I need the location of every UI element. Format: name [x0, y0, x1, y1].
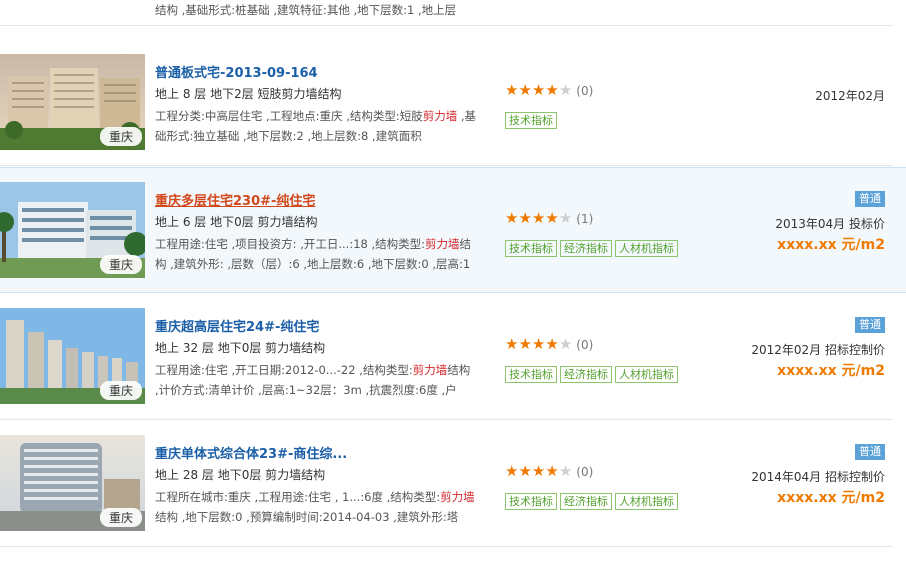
star-icon: ★ [531, 335, 546, 353]
project-thumbnail[interactable]: 重庆 [0, 54, 145, 150]
highlight-term: 剪力墙 [412, 363, 448, 377]
tag-labor-material-index[interactable]: 人材机指标 [615, 366, 678, 383]
tag-economic-index[interactable]: 经济指标 [560, 240, 612, 257]
tag-tech-index[interactable]: 技术指标 [505, 366, 557, 383]
project-price: xxxx.xx 元/m2 [777, 237, 885, 253]
project-price: xxxx.xx 元/m2 [777, 490, 885, 506]
index-tags: 技术指标 经济指标 人材机指标 [505, 237, 681, 257]
star-icon: ★ [505, 335, 519, 353]
project-spec: 地上 28 层 地下0层 剪力墙结构 [155, 468, 326, 482]
project-title-link[interactable]: 重庆单体式综合体23#-商住综... [155, 443, 347, 462]
project-spec: 地上 32 层 地下0层 剪力墙结构 [155, 341, 326, 355]
star-icon: ★ [518, 209, 532, 227]
index-tags: 技术指标 经济指标 人材机指标 [505, 363, 681, 383]
list-item: 重庆 重庆超高层住宅24#-纯住宅 地上 32 层 地下0层 剪力墙结构 工程用… [0, 294, 893, 420]
star-icon: ★ [518, 335, 532, 353]
tag-tech-index[interactable]: 技术指标 [505, 493, 557, 510]
index-tags: 技术指标 经济指标 人材机指标 [505, 490, 681, 510]
tag-tech-index[interactable]: 技术指标 [505, 240, 557, 257]
city-label: 重庆 [99, 381, 142, 400]
star-empty-icon: ★ [558, 335, 573, 353]
project-title-link[interactable]: 普通板式宅-2013-09-164 [155, 62, 318, 81]
tag-economic-index[interactable]: 经济指标 [560, 366, 612, 383]
status-badge: 普通 [855, 317, 885, 333]
star-rating: ★★★★★ (0) [505, 462, 593, 480]
project-thumbnail[interactable]: 重庆 [0, 182, 145, 278]
project-title-link[interactable]: 重庆超高层住宅24#-纯住宅 [155, 316, 319, 335]
status-badge: 普通 [855, 191, 885, 207]
star-empty-icon: ★ [558, 462, 573, 480]
review-count: (0) [576, 465, 594, 479]
star-icon: ★ [545, 462, 559, 480]
project-description: 工程用途:住宅 ,开工日期:2012-0...-22 ,结构类型:剪力墙结构 ,… [155, 363, 471, 397]
status-badge: 普通 [855, 444, 885, 460]
project-date: 2013年04月 投标价 [775, 217, 885, 231]
project-spec: 地上 6 层 地下0层 剪力墙结构 [155, 215, 318, 229]
star-icon: ★ [545, 209, 559, 227]
list-item: 重庆 重庆单体式综合体23#-商住综... 地上 28 层 地下0层 剪力墙结构… [0, 421, 893, 547]
star-empty-icon: ★ [558, 81, 573, 99]
list-item: 重庆 结构 ,基础形式:桩基础 ,建筑特征:其他 ,地下层数:1 ,地上层 [0, 0, 893, 26]
star-rating: ★★★★★ (1) [505, 209, 593, 227]
tag-economic-index[interactable]: 经济指标 [560, 493, 612, 510]
star-icon: ★ [505, 209, 519, 227]
tag-tech-index[interactable]: 技术指标 [505, 112, 557, 129]
tag-labor-material-index[interactable]: 人材机指标 [615, 240, 678, 257]
star-icon: ★ [518, 81, 532, 99]
city-label: 重庆 [99, 508, 142, 527]
project-description: 工程分类:中高层住宅 ,工程地点:重庆 ,结构类型:短肢剪力墙 ,基础形式:独立… [155, 109, 477, 143]
highlight-term: 剪力墙 [425, 237, 460, 251]
highlight-term: 剪力墙 [440, 490, 475, 504]
project-spec: 地上 8 层 地下2层 短肢剪力墙结构 [155, 87, 342, 101]
star-icon: ★ [531, 462, 546, 480]
project-thumbnail[interactable]: 重庆 [0, 435, 145, 531]
star-icon: ★ [505, 81, 519, 99]
star-icon: ★ [505, 462, 519, 480]
project-date: 2014年04月 招标控制价 [751, 470, 885, 484]
project-title-link[interactable]: 重庆多层住宅230#-纯住宅 [155, 190, 315, 209]
city-label: 重庆 [99, 255, 142, 274]
list-item: 重庆 普通板式宅-2013-09-164 地上 8 层 地下2层 短肢剪力墙结构… [0, 40, 893, 166]
city-label: 重庆 [99, 127, 142, 146]
project-date: 2012年02月 [815, 89, 885, 103]
project-description: 工程用途:住宅 ,项目投资方: ,开工日...:18 ,结构类型:剪力墙结构 ,… [155, 237, 472, 271]
star-rating: ★★★★★ (0) [505, 335, 593, 353]
star-rating: ★★★★★ (0) [505, 81, 593, 99]
star-empty-icon: ★ [558, 209, 573, 227]
list-item: 重庆 重庆多层住宅230#-纯住宅 地上 6 层 地下0层 剪力墙结构 工程用途… [0, 167, 906, 293]
tag-labor-material-index[interactable]: 人材机指标 [615, 493, 678, 510]
project-description: 工程所在城市:重庆 ,工程用途:住宅 , 1...:6度 ,结构类型:剪力墙结构… [155, 490, 475, 524]
review-count: (1) [576, 212, 594, 226]
project-thumbnail[interactable]: 重庆 [0, 308, 145, 404]
star-icon: ★ [545, 81, 559, 99]
highlight-term: 剪力墙 [422, 109, 458, 123]
star-icon: ★ [531, 209, 546, 227]
project-price: xxxx.xx 元/m2 [777, 363, 885, 379]
project-date: 2012年02月 招标控制价 [751, 343, 885, 357]
index-tags: 技术指标 [505, 109, 560, 129]
review-count: (0) [576, 84, 594, 98]
star-icon: ★ [531, 81, 546, 99]
star-icon: ★ [518, 462, 532, 480]
review-count: (0) [576, 338, 594, 352]
project-description: 结构 ,基础形式:桩基础 ,建筑特征:其他 ,地下层数:1 ,地上层 [155, 3, 457, 17]
star-icon: ★ [545, 335, 559, 353]
